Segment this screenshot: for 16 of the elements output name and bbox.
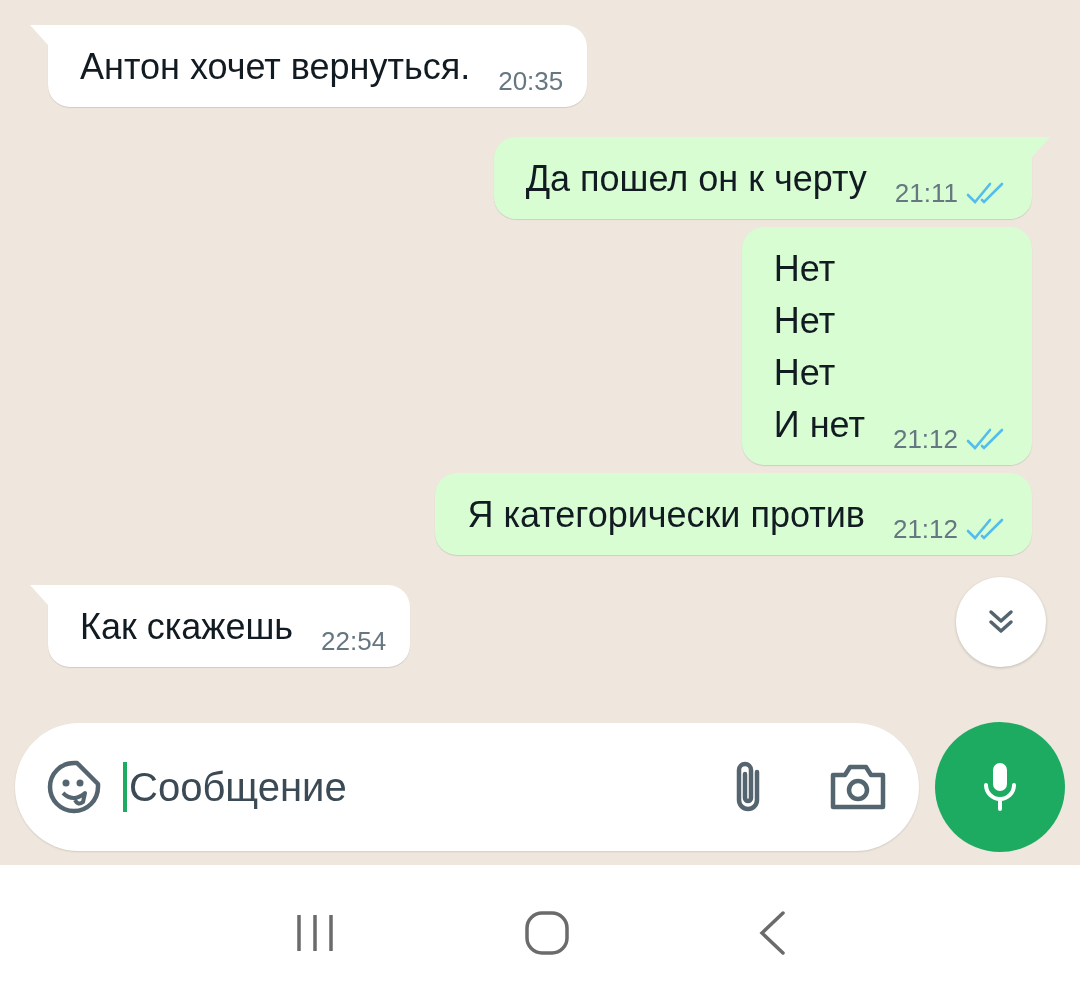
message-text: Нет Нет Нет И нет xyxy=(773,247,865,447)
message-time: 22:54 xyxy=(321,626,387,657)
home-icon[interactable] xyxy=(524,910,570,956)
message-field[interactable]: Сообщение xyxy=(127,764,731,810)
message-time: 20:35 xyxy=(498,66,564,97)
microphone-icon xyxy=(982,761,1018,813)
message-text: Да пошел он к черту xyxy=(525,157,867,201)
message-text: Как скажешь xyxy=(80,605,294,649)
message-time: 21:11 xyxy=(894,178,958,209)
sticker-icon xyxy=(45,758,103,816)
message-text: Я категорически против xyxy=(467,493,865,537)
text-cursor xyxy=(123,762,127,812)
camera-icon[interactable] xyxy=(829,763,887,811)
message-time: 21:12 xyxy=(892,514,958,545)
message-text: Антон хочет вернуться. xyxy=(80,45,471,89)
message-time: 21:12 xyxy=(892,424,958,455)
